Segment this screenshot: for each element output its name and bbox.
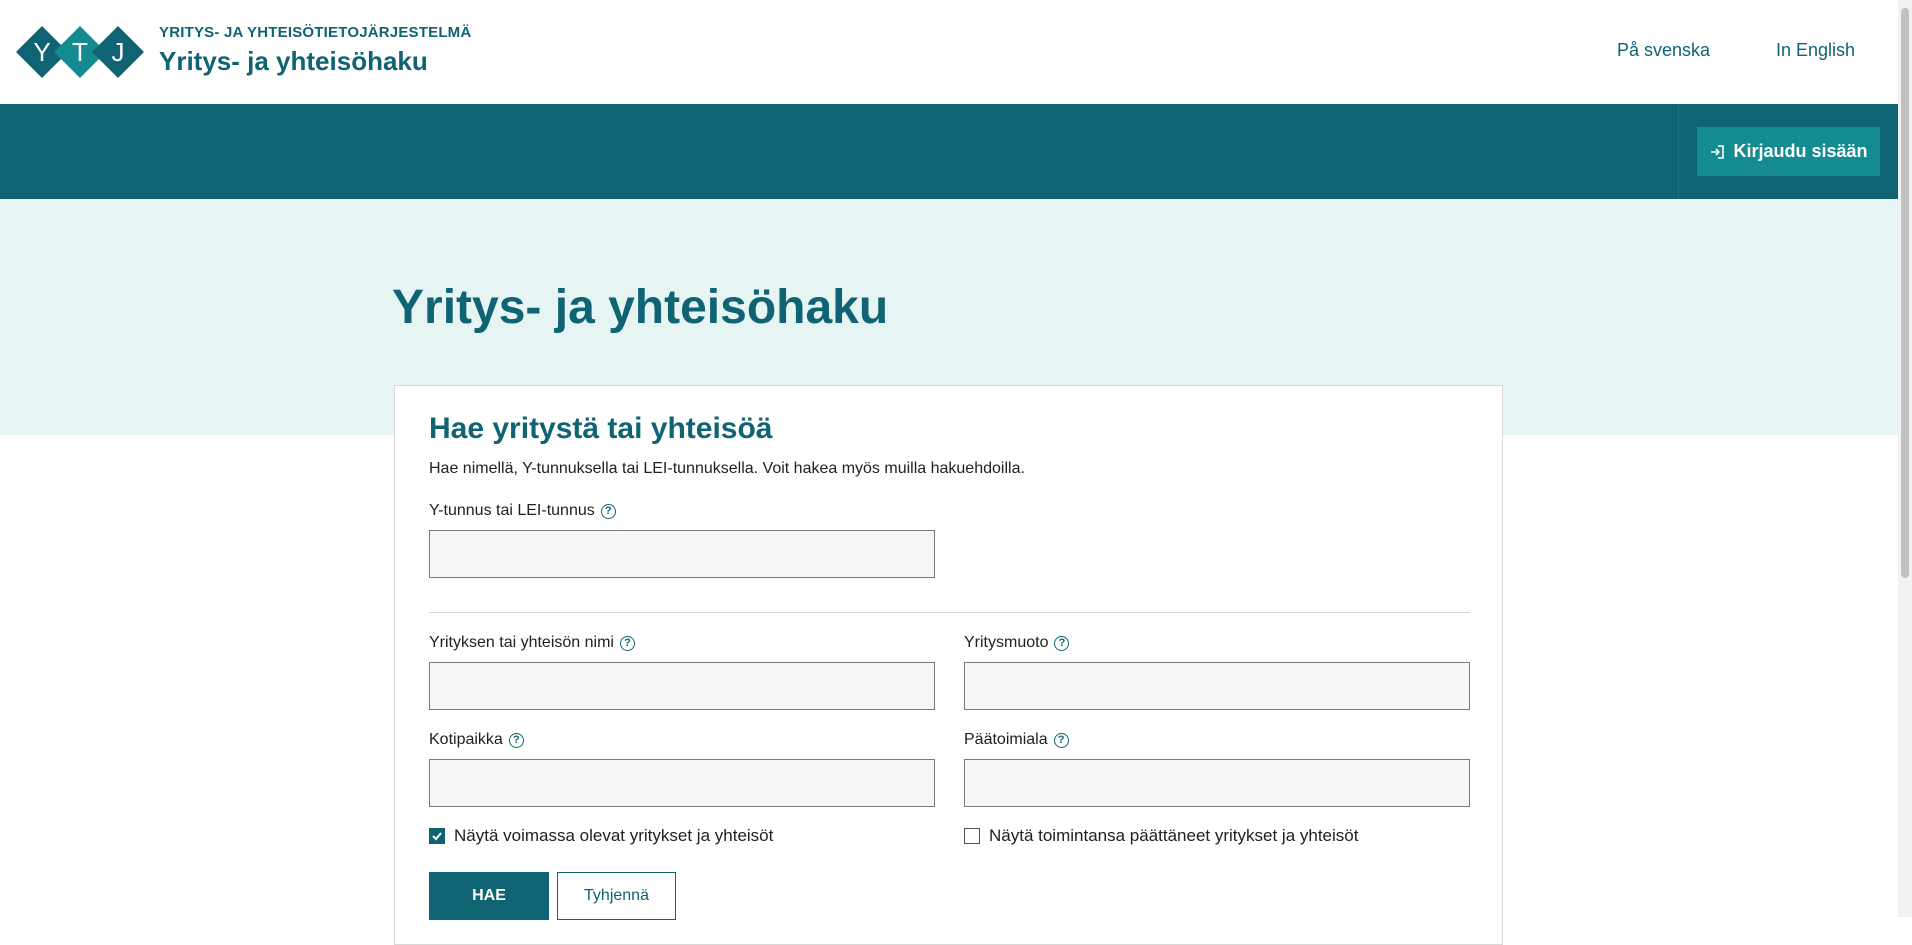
clear-button[interactable]: Tyhjennä [557, 872, 676, 920]
checkmark-icon [432, 832, 442, 841]
company-form-input[interactable] [964, 662, 1470, 710]
search-card: Hae yritystä tai yhteisöä Hae nimellä, Y… [394, 385, 1503, 945]
brand-title[interactable]: Yritys- ja yhteisöhaku [159, 46, 428, 77]
company-name-label-text: Yrityksen tai yhteisön nimi [429, 634, 614, 651]
lang-swedish-link[interactable]: På svenska [1617, 40, 1710, 61]
help-icon[interactable]: ? [1053, 732, 1069, 748]
lang-english-link[interactable]: In English [1776, 40, 1855, 61]
scrollbar-thumb[interactable] [1901, 8, 1909, 578]
help-icon[interactable]: ? [508, 732, 524, 748]
login-button[interactable]: Kirjaudu sisään [1697, 127, 1880, 176]
ceased-companies-label: Näytä toimintansa päättäneet yritykset j… [989, 826, 1359, 845]
ytunnus-label-text: Y-tunnus tai LEI-tunnus [429, 502, 595, 519]
company-name-label: Yrityksen tai yhteisön nimi ? [429, 634, 635, 652]
active-companies-checkbox[interactable] [429, 828, 445, 844]
login-label: Kirjaudu sisään [1733, 141, 1868, 161]
brand-subtitle: YRITYS- JA YHTEISÖTIETOJÄRJESTELMÄ [159, 24, 472, 41]
ytunnus-label: Y-tunnus tai LEI-tunnus ? [429, 502, 616, 520]
search-description: Hae nimellä, Y-tunnuksella tai LEI-tunnu… [429, 460, 1025, 477]
logo-letter-j: J [112, 37, 125, 67]
home-town-label: Kotipaikka ? [429, 731, 524, 749]
active-companies-label: Näytä voimassa olevat yritykset ja yhtei… [454, 826, 774, 845]
page-scrollbar[interactable] [1898, 0, 1912, 917]
section-divider [429, 612, 1470, 613]
ceased-companies-checkbox[interactable] [964, 828, 980, 844]
nav-divider [1678, 104, 1679, 199]
help-icon[interactable]: ? [619, 635, 635, 651]
home-town-input[interactable] [429, 759, 935, 807]
logo-letter-y: Y [33, 37, 50, 67]
page-title: Yritys- ja yhteisöhaku [392, 281, 889, 334]
help-icon[interactable]: ? [600, 503, 616, 519]
industry-label: Päätoimiala ? [964, 731, 1069, 749]
ytunnus-input[interactable] [429, 530, 935, 578]
help-icon[interactable]: ? [1054, 635, 1070, 651]
search-card-title: Hae yritystä tai yhteisöä [429, 412, 773, 445]
industry-label-text: Päätoimiala [964, 731, 1048, 748]
company-form-label: Yritysmuoto ? [964, 634, 1070, 652]
site-header: Y T J YRITYS- JA YHTEISÖTIETOJÄRJESTELMÄ… [0, 0, 1898, 104]
company-name-input[interactable] [429, 662, 935, 710]
company-form-label-text: Yritysmuoto [964, 634, 1049, 651]
active-companies-checkbox-row[interactable]: Näytä voimassa olevat yritykset ja yhtei… [429, 826, 773, 846]
nav-bar: Kirjaudu sisään [0, 104, 1898, 199]
login-icon [1711, 144, 1725, 159]
logo-letter-t: T [72, 37, 88, 67]
ceased-companies-checkbox-row[interactable]: Näytä toimintansa päättäneet yritykset j… [964, 826, 1358, 846]
search-button[interactable]: HAE [429, 872, 549, 920]
ytj-logo[interactable]: Y T J [16, 26, 144, 78]
industry-input[interactable] [964, 759, 1470, 807]
home-town-label-text: Kotipaikka [429, 731, 503, 748]
